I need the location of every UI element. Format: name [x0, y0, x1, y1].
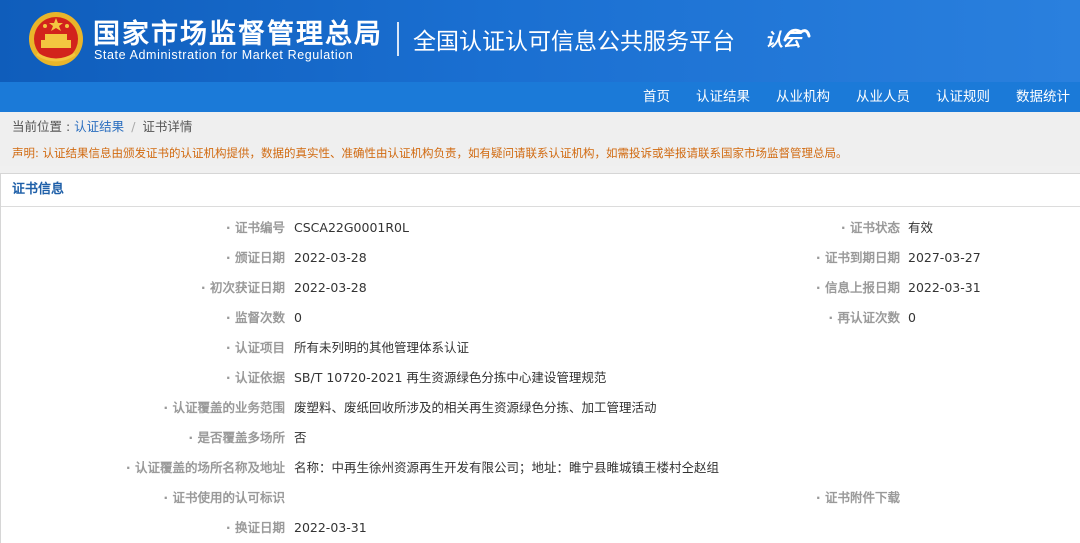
header-divider — [397, 22, 399, 56]
field-label: 证书到期日期 — [816, 243, 900, 273]
field-label: 认证覆盖的场所名称及地址 — [126, 453, 285, 483]
field-label: 证书状态 — [841, 213, 900, 243]
info-row: 初次获证日期 2022-03-28 信息上报日期 2022-03-31 — [1, 273, 1080, 303]
cloud-logo-icon: 认云 — [765, 28, 811, 51]
nav-item[interactable]: 从业机构 — [776, 82, 830, 112]
field-value: CSCA22G0001R0L — [294, 220, 409, 235]
field-value: 2022-03-31 — [908, 280, 981, 295]
field-label: 认证项目 — [226, 333, 285, 363]
field-label: 再认证次数 — [828, 303, 900, 333]
panel-title: 证书信息 — [1, 174, 1080, 207]
breadcrumb-current: 证书详情 — [142, 119, 193, 134]
field-label: 监督次数 — [226, 303, 285, 333]
info-row: 认证依据 SB/T 10720-2021 再生资源绿色分拣中心建设管理规范 — [1, 363, 1080, 393]
field-label: 信息上报日期 — [816, 273, 900, 303]
info-row: 监督次数 0 再认证次数 0 — [1, 303, 1080, 333]
field-value: 有效 — [908, 220, 934, 235]
disclaimer-notice: 声明: 认证结果信息由颁发证书的认证机构提供，数据的真实性、准确性由认证机构负责… — [0, 142, 1080, 166]
certificate-info-panel: 证书信息 证书编号 CSCA22G0001R0L 证书状态有效颁证日期 2022-03… — [0, 173, 1080, 543]
info-row: 证书编号 CSCA22G0001R0L 证书状态有效 — [1, 213, 1080, 243]
breadcrumb-link-results[interactable]: 认证结果 — [74, 119, 124, 134]
field-value: 0 — [294, 310, 302, 325]
field-label: 认证依据 — [226, 363, 285, 393]
breadcrumb-separator: / — [131, 119, 136, 134]
field-value: 2022-03-28 — [294, 250, 367, 265]
platform-title: 全国认证认可信息公共服务平台 — [413, 29, 735, 55]
field-label: 认证覆盖的业务范围 — [163, 393, 285, 423]
field-value: 2027-03-27 — [908, 250, 981, 265]
info-row: 是否覆盖多场所否 — [1, 423, 1080, 453]
field-value: 所有未列明的其他管理体系认证 — [294, 340, 470, 355]
field-label: 颁证日期 — [226, 243, 285, 273]
field-value: 2022-03-31 — [294, 520, 367, 535]
info-row: 认证覆盖的场所名称及地址名称：中再生徐州资源再生开发有限公司；地址：睢宁县睢城镇… — [1, 453, 1080, 483]
field-label: 初次获证日期 — [201, 273, 285, 303]
info-row: 认证项目所有未列明的其他管理体系认证 — [1, 333, 1080, 363]
nav-items: 首页 认证结果 从业机构 从业人员 认证规则 数据统计 — [617, 82, 1070, 112]
org-name-en: State Administration for Market Regulati… — [94, 48, 354, 62]
field-label[interactable]: 证书附件下载 — [816, 483, 900, 513]
nav-item[interactable]: 首页 — [643, 82, 670, 112]
breadcrumb: 当前位置 : 认证结果 / 证书详情 — [0, 112, 1080, 142]
info-row: 证书使用的认可标识 证书附件下载 — [1, 483, 1080, 513]
info-row: 颁证日期 2022-03-28 证书到期日期 2027-03-27 — [1, 243, 1080, 273]
site-header: 国家市场监督管理总局 State Administration for Mark… — [0, 0, 1080, 82]
nav-item[interactable]: 认证结果 — [696, 82, 750, 112]
field-value: 0 — [908, 310, 916, 325]
field-value: 2022-03-28 — [294, 280, 367, 295]
nav-item[interactable]: 从业人员 — [856, 82, 910, 112]
field-label: 证书使用的认可标识 — [163, 483, 285, 513]
field-label: 换证日期 — [226, 513, 285, 543]
field-value: 名称：中再生徐州资源再生开发有限公司；地址：睢宁县睢城镇王楼村仝赵组 — [294, 460, 720, 475]
nav-item[interactable]: 数据统计 — [1016, 82, 1070, 112]
field-value: SB/T 10720-2021 再生资源绿色分拣中心建设管理规范 — [294, 370, 607, 385]
field-value: 废塑料、废纸回收所涉及的相关再生资源绿色分拣、加工管理活动 — [294, 400, 657, 415]
national-emblem-icon — [29, 12, 83, 66]
nav-item[interactable]: 认证规则 — [936, 82, 990, 112]
main-nav: 首页 认证结果 从业机构 从业人员 认证规则 数据统计 — [0, 82, 1080, 112]
field-label: 是否覆盖多场所 — [188, 423, 285, 453]
breadcrumb-prefix: 当前位置 : — [12, 119, 75, 134]
org-name-cn: 国家市场监督管理总局 — [93, 19, 383, 50]
info-row: 换证日期 2022-03-31 — [1, 513, 1080, 543]
field-label: 证书编号 — [226, 213, 285, 243]
info-row: 认证覆盖的业务范围废塑料、废纸回收所涉及的相关再生资源绿色分拣、加工管理活动 — [1, 393, 1080, 423]
field-value: 否 — [294, 430, 307, 445]
